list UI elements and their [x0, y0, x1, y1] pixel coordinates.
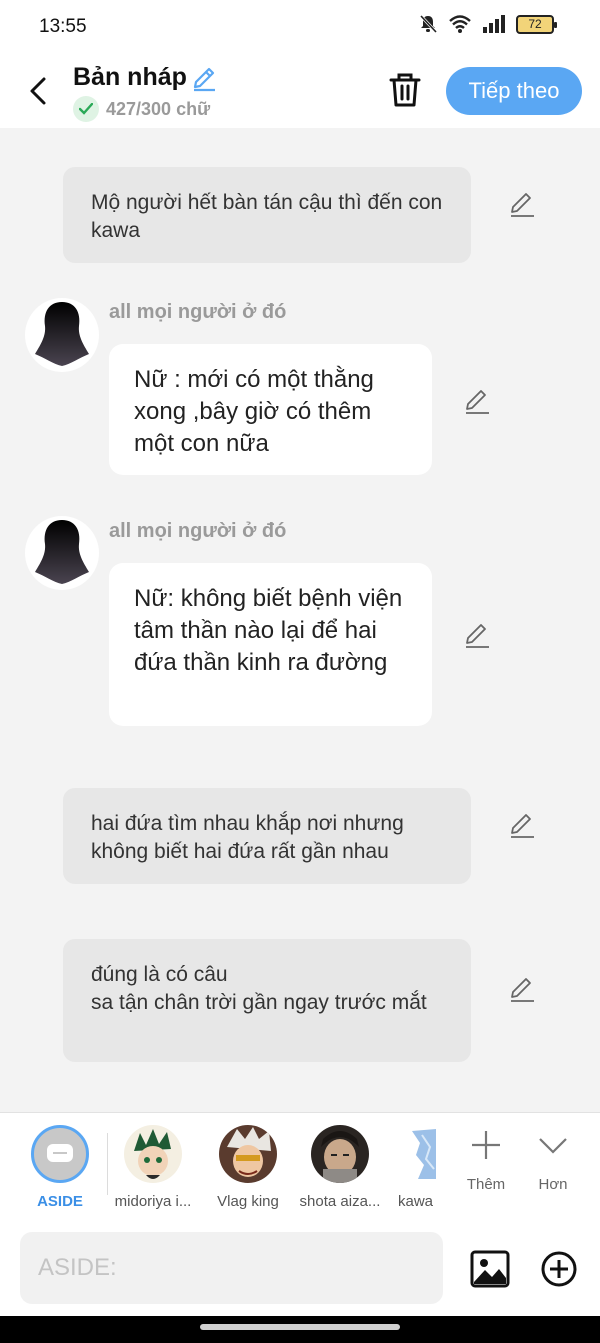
- avatar: [124, 1125, 182, 1183]
- aside-bubble[interactable]: đúng là có câu sa tận chân trời gần ngay…: [63, 939, 471, 1062]
- character-label: ASIDE: [37, 1193, 83, 1210]
- speaker-name: all mọi người ở đó: [109, 520, 287, 542]
- mute-bell-icon: [419, 14, 438, 34]
- edit-pencil-icon[interactable]: [507, 190, 537, 220]
- character-shota[interactable]: shota aiza...: [295, 1125, 385, 1210]
- composer: [0, 1220, 600, 1316]
- chat-bubble-icon: [47, 1144, 73, 1162]
- character-label: kawa: [398, 1193, 434, 1210]
- wifi-icon: [449, 15, 471, 33]
- home-indicator[interactable]: [200, 1324, 400, 1330]
- character-midoriya[interactable]: midoriya i...: [108, 1125, 198, 1210]
- edit-pencil-icon[interactable]: [507, 975, 537, 1005]
- edit-pencil-icon[interactable]: [462, 387, 492, 417]
- plus-icon: [472, 1131, 500, 1159]
- avatar: [219, 1125, 277, 1183]
- aside-avatar: [31, 1125, 89, 1183]
- word-count: 427/300 chữ: [106, 98, 211, 119]
- character-label: midoriya i...: [114, 1193, 192, 1210]
- more-label: Thêm: [466, 1176, 506, 1193]
- next-button[interactable]: Tiếp theo: [446, 67, 582, 115]
- avatar[interactable]: [25, 516, 99, 590]
- chevron-left-icon: [30, 77, 46, 105]
- aside-bubble[interactable]: Mộ người hết bàn tán cậu thì đến con kaw…: [63, 167, 471, 263]
- expand-button[interactable]: Hơn: [523, 1127, 583, 1193]
- signal-icon: [483, 15, 505, 33]
- system-nav-bar: [0, 1316, 600, 1343]
- add-character-button[interactable]: Thêm: [456, 1127, 516, 1193]
- message-input[interactable]: [20, 1232, 443, 1304]
- speaker-name: all mọi người ở đó: [109, 301, 287, 323]
- image-icon[interactable]: [470, 1250, 510, 1288]
- battery-indicator: 72: [516, 14, 557, 34]
- character-vlag-king[interactable]: Vlag king: [203, 1125, 293, 1210]
- status-time: 13:55: [39, 16, 87, 37]
- character-aside[interactable]: ASIDE: [15, 1125, 105, 1210]
- aside-bubble[interactable]: hai đứa tìm nhau khắp nơi nhưng không bi…: [63, 788, 471, 884]
- avatar[interactable]: [25, 298, 99, 372]
- trash-icon[interactable]: [388, 72, 422, 108]
- page-title: Bản nháp: [73, 63, 187, 91]
- character-kawa[interactable]: kawa: [378, 1125, 448, 1210]
- status-icons: 72: [418, 14, 557, 34]
- chevron-down-icon: [539, 1138, 567, 1154]
- silhouette-icon: [35, 520, 89, 584]
- edit-pencil-icon[interactable]: [507, 811, 537, 841]
- back-button[interactable]: [22, 71, 54, 111]
- word-count-row: 427/300 chữ: [73, 96, 210, 122]
- story-chat: Mộ người hết bàn tán cậu thì đến con kaw…: [0, 128, 600, 1112]
- top-bar: Bản nháp 427/300 chữ Tiếp theo: [0, 55, 600, 128]
- character-label: Vlag king: [217, 1193, 279, 1210]
- character-selector: ASIDE midoriya i... Vlag king shota aiza…: [0, 1112, 600, 1220]
- avatar: [311, 1125, 369, 1183]
- add-circle-icon[interactable]: [540, 1250, 578, 1288]
- silhouette-icon: [35, 302, 89, 366]
- check-icon: [73, 96, 99, 122]
- avatar: [408, 1125, 438, 1183]
- dialogue-bubble[interactable]: Nữ: không biết bệnh viện tâm thần nào lạ…: [109, 563, 432, 726]
- edit-pencil-icon[interactable]: [462, 621, 492, 651]
- character-label: shota aiza...: [299, 1193, 381, 1210]
- status-bar: 13:55 72: [0, 0, 600, 55]
- dialogue-bubble[interactable]: Nữ : mới có một thằng xong ,bây giờ có t…: [109, 344, 432, 475]
- expand-label: Hơn: [538, 1176, 568, 1193]
- edit-title-icon[interactable]: [190, 64, 218, 92]
